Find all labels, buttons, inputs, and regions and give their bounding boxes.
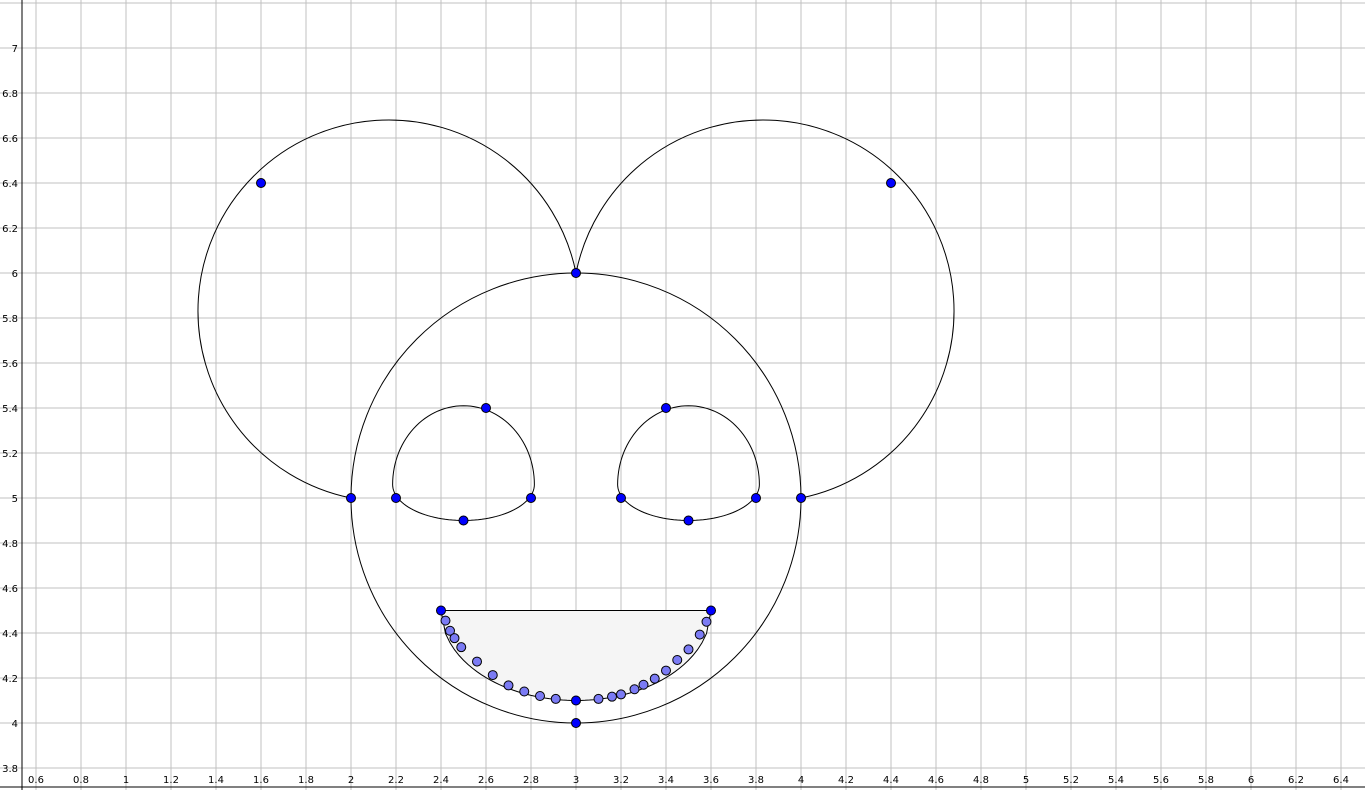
y-tick-label: 6.8 bbox=[2, 89, 18, 100]
mouth-point[interactable] bbox=[661, 665, 671, 676]
x-tick-label: 2.8 bbox=[523, 775, 539, 786]
y-tick-label: 4.4 bbox=[2, 629, 18, 640]
y-tick-label: 6 bbox=[12, 269, 18, 280]
point[interactable] bbox=[751, 493, 761, 503]
x-tick-label: 2.2 bbox=[388, 775, 404, 786]
x-tick-label: 4.8 bbox=[973, 775, 989, 786]
mouth-point[interactable] bbox=[593, 693, 604, 704]
x-tick-label: 3.8 bbox=[748, 775, 764, 786]
point[interactable] bbox=[256, 178, 266, 188]
y-tick-label: 4.2 bbox=[2, 674, 18, 685]
y-tick-label: 6.6 bbox=[2, 134, 18, 145]
x-tick-label: 0.6 bbox=[28, 775, 44, 786]
y-tick-label: 7 bbox=[12, 44, 18, 55]
left-eye-arc bbox=[392, 405, 535, 522]
mouth-point[interactable] bbox=[683, 644, 694, 655]
mouth-region bbox=[441, 610, 711, 701]
right-ear-arc bbox=[575, 119, 955, 499]
x-tick-label: 1.4 bbox=[208, 775, 224, 786]
x-tick-label: 3 bbox=[573, 775, 579, 786]
y-tick-label: 5 bbox=[12, 494, 18, 505]
x-tick-label: 6.2 bbox=[1288, 775, 1304, 786]
x-tick-label: 3.2 bbox=[613, 775, 629, 786]
x-tick-label: 5.2 bbox=[1063, 775, 1079, 786]
y-tick-label: 5.2 bbox=[2, 449, 18, 460]
point[interactable] bbox=[458, 515, 469, 526]
point[interactable] bbox=[706, 605, 716, 616]
mouth-point[interactable] bbox=[550, 693, 561, 704]
point[interactable] bbox=[526, 493, 536, 503]
graphing-canvas[interactable]: 0.6 0.8 1 1.2 1.4 1.6 1.8 2 2.2 2.4 2.6 2.8 3 3.2 3.4 3… bbox=[0, 0, 1365, 790]
mouth-point[interactable] bbox=[616, 689, 626, 700]
mouth-point[interactable] bbox=[503, 680, 514, 691]
mouth-point[interactable] bbox=[607, 691, 617, 702]
mouth-point[interactable] bbox=[672, 655, 683, 665]
x-tick-label: 1.2 bbox=[163, 775, 179, 786]
y-tick-label: 6.2 bbox=[2, 224, 18, 235]
x-tick-label: 2 bbox=[348, 775, 354, 786]
mouth-point[interactable] bbox=[638, 679, 649, 690]
mouth-point[interactable] bbox=[649, 673, 660, 684]
mouth-point[interactable] bbox=[519, 686, 530, 697]
mouth-point[interactable] bbox=[629, 684, 640, 695]
point[interactable] bbox=[571, 268, 581, 278]
x-tick-label: 2.6 bbox=[478, 775, 494, 786]
point[interactable] bbox=[571, 718, 581, 728]
y-tick-label: 4.8 bbox=[2, 539, 18, 550]
x-tick-label: 4.4 bbox=[883, 775, 899, 786]
point[interactable] bbox=[436, 605, 446, 616]
point[interactable] bbox=[391, 493, 401, 503]
point[interactable] bbox=[886, 178, 896, 188]
point[interactable] bbox=[346, 493, 356, 503]
grid bbox=[0, 0, 1365, 790]
point[interactable] bbox=[571, 695, 581, 706]
x-tick-label: 5 bbox=[1023, 775, 1029, 786]
x-tick-label: 5.4 bbox=[1108, 775, 1124, 786]
y-tick-label: 6.4 bbox=[2, 179, 18, 190]
x-tick-label: 6.4 bbox=[1333, 775, 1349, 786]
x-tick-label: 5.6 bbox=[1153, 775, 1169, 786]
x-tick-label: 3.4 bbox=[658, 775, 674, 786]
x-tick-label: 1.8 bbox=[298, 775, 314, 786]
left-ear-arc bbox=[197, 119, 577, 499]
point[interactable] bbox=[661, 403, 671, 413]
x-tick-label: 1 bbox=[123, 775, 129, 786]
x-tick-label: 2.4 bbox=[433, 775, 449, 786]
mouth-point[interactable] bbox=[440, 615, 451, 626]
y-tick-label: 5.6 bbox=[2, 359, 18, 370]
x-tick-label: 6 bbox=[1248, 775, 1254, 786]
mouth-point[interactable] bbox=[449, 633, 460, 644]
point[interactable] bbox=[683, 515, 694, 526]
tick-labels: 0.6 0.8 1 1.2 1.4 1.6 1.8 2 2.2 2.4 2.6 2.8 3 3.2 3.4 3… bbox=[2, 44, 1349, 786]
y-tick-label: 4 bbox=[12, 719, 18, 730]
x-tick-label: 0.8 bbox=[73, 775, 89, 786]
axes bbox=[0, 0, 1365, 790]
y-tick-label: 3.8 bbox=[2, 764, 18, 775]
y-tick-label: 5.8 bbox=[2, 314, 18, 325]
mouth-point[interactable] bbox=[694, 629, 705, 640]
mouth-point[interactable] bbox=[456, 642, 467, 653]
right-eye-arc bbox=[617, 405, 760, 522]
x-tick-label: 5.8 bbox=[1198, 775, 1214, 786]
point[interactable] bbox=[796, 493, 806, 503]
x-tick-label: 4.2 bbox=[838, 775, 854, 786]
point[interactable] bbox=[616, 493, 626, 503]
mouth-point[interactable] bbox=[701, 616, 712, 627]
x-tick-label: 1.6 bbox=[253, 775, 269, 786]
mouth-point[interactable] bbox=[472, 656, 482, 667]
y-tick-label: 5.4 bbox=[2, 404, 18, 415]
x-tick-label: 4 bbox=[798, 775, 804, 786]
mouth-point[interactable] bbox=[535, 691, 545, 701]
mouth-point[interactable] bbox=[487, 670, 498, 681]
point[interactable] bbox=[481, 403, 491, 413]
x-tick-label: 4.6 bbox=[928, 775, 944, 786]
y-tick-label: 4.6 bbox=[2, 584, 18, 595]
x-tick-label: 3.6 bbox=[703, 775, 719, 786]
